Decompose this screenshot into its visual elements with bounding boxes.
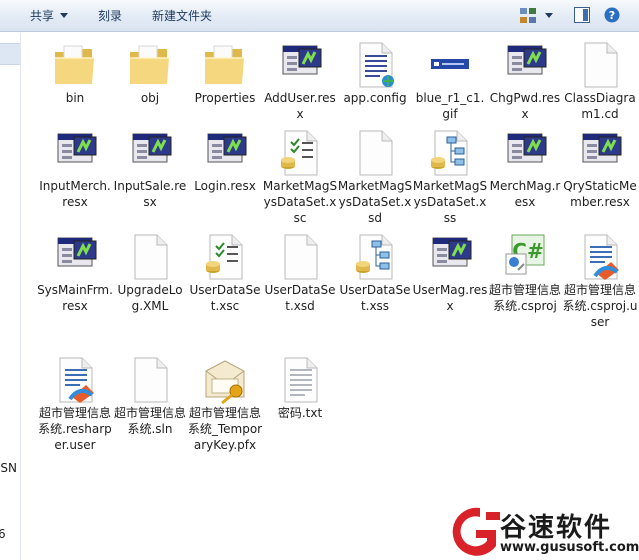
blank-file-icon [134, 234, 168, 280]
file-name-label: InputMerch.resx [39, 179, 111, 209]
nav-item-6[interactable]: 6 [0, 527, 6, 541]
resx-icon [282, 45, 322, 75]
file-name-label: obj [140, 91, 160, 105]
file-name-label: Properties [194, 91, 256, 105]
file-name-label: bin [65, 91, 85, 105]
blank-file-icon [359, 130, 393, 176]
xss-icon [431, 130, 468, 176]
pfx-icon [205, 360, 245, 405]
svg-text:?: ? [609, 9, 615, 22]
file-name-label: UpgradeLog.XML [117, 283, 183, 313]
txt-icon [284, 357, 318, 403]
file-name-label: MarketMagSysDataSet.xsc [262, 179, 338, 225]
help-icon[interactable]: ? [604, 7, 620, 23]
xss-icon [356, 234, 393, 280]
xsc-icon [281, 130, 318, 176]
file-name-label: MerchMag.resx [489, 179, 561, 209]
folder-icon [55, 45, 94, 84]
file-name-label: 超市管理信息系统.sln [113, 406, 186, 436]
share-label: 共享 [30, 9, 55, 23]
preview-pane-icon[interactable] [574, 7, 590, 23]
command-bar: 共享 刻录 新建文件夹 ? [0, 0, 639, 32]
vs-user-icon [59, 357, 94, 403]
file-name-label: UserDataSet.xss [339, 283, 411, 313]
resx-icon [582, 133, 622, 163]
new-folder-button[interactable]: 新建文件夹 [152, 8, 212, 25]
file-name-label: ChgPwd.resx [489, 91, 561, 121]
folder-icon [205, 45, 244, 84]
chevron-down-icon [60, 13, 69, 18]
resx-icon [132, 133, 172, 163]
file-name-label: UserDataSet.xsc [189, 283, 261, 313]
view-options-chevron-icon[interactable] [545, 13, 553, 18]
resx-icon [507, 133, 547, 163]
file-name-label: Login.resx [194, 179, 256, 193]
file-name-label: app.config [343, 91, 407, 105]
file-name-label: InputSale.resx [113, 179, 187, 209]
xsc-icon [206, 234, 243, 280]
resx-icon [207, 133, 247, 163]
vs-user-icon [584, 234, 619, 280]
file-name-label: MarketMagSysDataSet.xsd [337, 179, 413, 225]
resx-icon [432, 237, 472, 267]
change-view-icon[interactable] [520, 8, 536, 23]
share-button[interactable]: 共享 [30, 8, 69, 25]
navigation-pane[interactable]: MSN 6 [0, 33, 21, 560]
file-name-label: MarketMagSysDataSet.xss [412, 179, 488, 225]
file-name-label: SysMainFrm.resx [37, 283, 113, 313]
nav-item-msn[interactable]: MSN [0, 461, 17, 475]
nav-selected-item[interactable] [0, 43, 20, 65]
folder-icon [130, 45, 169, 84]
file-name-label: ClassDiagram1.cd [564, 91, 636, 121]
file-name-label: 超市管理信息系统.resharper.user [38, 406, 112, 452]
burn-button[interactable]: 刻录 [98, 8, 122, 25]
file-name-label: QryStaticMember.resx [563, 179, 637, 209]
config-icon [359, 42, 394, 88]
blank-file-icon [134, 357, 168, 403]
blank-file-icon [584, 42, 618, 88]
gif-icon [431, 59, 469, 69]
watermark-url: www.gususoft.com [500, 540, 639, 555]
file-name-label: UserMag.resx [412, 283, 488, 313]
file-name-label: AddUser.resx [264, 91, 336, 121]
file-name-label: UserDataSet.xsd [264, 283, 336, 313]
resx-icon [57, 133, 97, 163]
file-name-label: blue_r1_c1.gif [415, 91, 485, 121]
resx-icon [507, 45, 547, 75]
file-name-label: 超市管理信息系统.csproj [488, 283, 561, 313]
file-name-label: 密码.txt [277, 406, 323, 420]
file-name-label: 超市管理信息系统.csproj.user [562, 283, 638, 329]
resx-icon [57, 237, 97, 267]
watermark-brand: 谷速软件 [500, 513, 613, 543]
csproj-icon: C# [505, 234, 545, 275]
blank-file-icon [284, 234, 318, 280]
file-name-label: 超市管理信息系统_TemporaryKey.pfx [187, 406, 263, 452]
